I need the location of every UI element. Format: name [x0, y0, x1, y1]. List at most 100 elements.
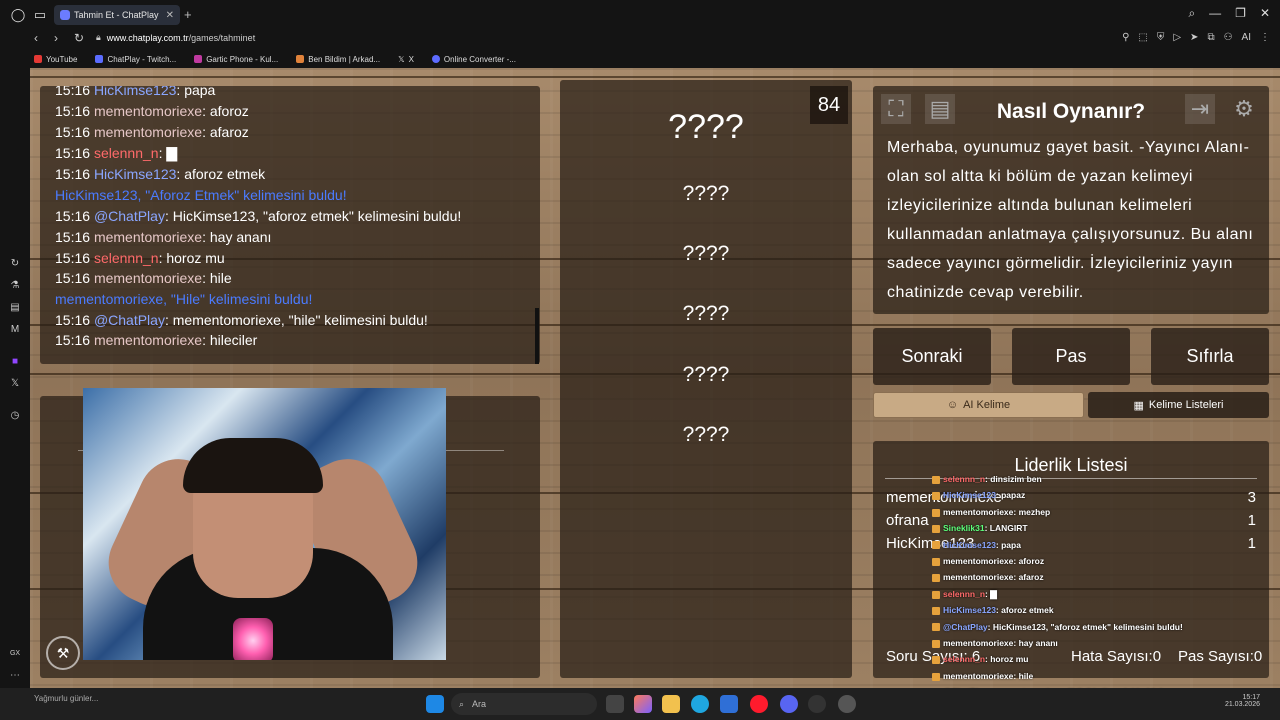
pin-icon[interactable]: ⚲ [1122, 32, 1129, 43]
chatplay-icon [95, 55, 104, 63]
opera-gx-icon[interactable] [750, 695, 768, 713]
badge-icon [932, 606, 940, 615]
search-tabs-icon[interactable]: ⌕ [1188, 6, 1195, 21]
send-icon[interactable]: ➤ [1190, 32, 1198, 43]
edge-icon[interactable] [691, 695, 709, 713]
chat-message: 15:16 mementomoriexe: afaroz [55, 124, 249, 140]
ai-button[interactable]: AI [1242, 32, 1251, 43]
bookmark-chatplay[interactable]: ChatPlay - Twitch... [95, 55, 176, 64]
shield-icon[interactable]: ⛨ [1157, 32, 1165, 43]
hint-word: ???? [682, 182, 730, 205]
copilot-icon[interactable] [634, 695, 652, 713]
discord-icon[interactable] [780, 695, 798, 713]
history-sb-icon[interactable]: ↻ [8, 258, 22, 272]
maximize-button[interactable]: ❐ [1235, 6, 1246, 21]
badge-icon [932, 557, 940, 566]
task-view-icon[interactable] [606, 695, 624, 713]
badge-icon [932, 656, 940, 665]
overlay-chat-line: HicKimse123: aforoz etmek [932, 605, 1054, 615]
tab-overview-icon[interactable]: ▭ [28, 3, 52, 27]
chat-message: 15:16 selennn_n: horoz mu [55, 250, 225, 266]
steam-icon[interactable] [838, 695, 856, 713]
bag-sb-icon[interactable]: ⚗ [8, 280, 22, 294]
next-button[interactable]: Sonraki [873, 328, 991, 385]
more-sb-icon[interactable]: ⋯ [8, 670, 22, 684]
clock-sb-icon[interactable]: ◷ [8, 410, 22, 424]
url-field[interactable]: 🔒︎ www.chatplay.com.tr/games/tahminet [96, 32, 255, 43]
system-tray-clock[interactable]: 15:17 21.03.2026 [1225, 694, 1260, 708]
benbildim-icon [296, 55, 305, 63]
back-button[interactable]: ‹ [34, 31, 38, 45]
snapshot-icon[interactable]: ⬚ [1138, 32, 1147, 43]
overlay-chat-line: selennn_n: horoz mu [932, 654, 1029, 664]
bookmark-gartic[interactable]: Gartic Phone - Kul... [194, 55, 278, 64]
chat-username: selennn_n [93, 250, 159, 266]
exit-icon[interactable]: ⇥ [1185, 94, 1215, 124]
bookmark-x[interactable]: 𝕏X [398, 55, 414, 64]
overlay-chat-line: Sineklik31: LANGIRT [932, 523, 1028, 533]
account-icon[interactable]: ⚇ [1224, 32, 1233, 43]
menu-icon[interactable]: ⋮ [1260, 32, 1270, 43]
gear-icon[interactable]: ⚙ [1229, 94, 1259, 124]
main-word: ???? [668, 108, 744, 146]
leaderboard-title: Liderlik Listesi [1014, 455, 1128, 475]
url-host: www.chatplay.com.tr [106, 32, 189, 43]
hint-word: ???? [682, 242, 730, 265]
tab-title: Tahmin Et - ChatPlay [74, 10, 159, 20]
obs-icon[interactable] [808, 695, 826, 713]
chat-username: HicKimse123 [93, 166, 177, 182]
new-tab-button[interactable]: + [184, 7, 192, 22]
file-explorer-icon[interactable] [662, 695, 680, 713]
store-icon[interactable] [720, 695, 738, 713]
robot-icon: ☺ [946, 399, 959, 411]
overlay-chat-line: mementomoriexe: mezhep [932, 507, 1050, 517]
how-to-play-text: Merhaba, oyunumuz gayet basit. -Yayıncı … [887, 139, 1254, 301]
x-sb-icon[interactable]: 𝕏 [8, 378, 22, 392]
how-to-play-panel: ⛶ ▤ Nasıl Oynanır? ⇥ ⚙ Merhaba, oyunumuz… [873, 86, 1269, 314]
word-lists-button[interactable]: ▦ Kelime Listeleri [1088, 392, 1269, 418]
browser-sidebar: ↻ ⚗ ▤ M ■ 𝕏 ◷ GX ⋯ [0, 68, 30, 688]
chat-message: 15:16 mementomoriexe: hay ananı [55, 229, 272, 245]
overlay-chat-line: mementomoriexe: aforoz [932, 556, 1044, 566]
chat-panel: 15:16 HicKimse123: papa 15:16 mementomori… [40, 86, 540, 364]
chat-message: 15:16 mementomoriexe: hile [55, 270, 232, 286]
youtube-icon [34, 55, 42, 63]
chat-username: mementomoriexe [93, 229, 203, 245]
pass-button[interactable]: Pas [1012, 328, 1130, 385]
reload-button[interactable]: ↻ [74, 31, 84, 45]
taskbar-search[interactable]: ⌕ Ara [451, 693, 597, 715]
gartic-icon [194, 55, 203, 63]
bookmark-youtube[interactable]: YouTube [34, 55, 77, 64]
ai-word-button[interactable]: ☺ AI Kelime [873, 392, 1084, 418]
chat-message: 15:16 HicKimse123: papa [55, 86, 215, 98]
play-icon[interactable]: ▷ [1173, 32, 1181, 43]
converter-icon [431, 55, 440, 63]
badge-icon [932, 623, 940, 632]
overlay-chat-line: selennn_n: dinsizim ben [932, 474, 1042, 484]
twitch-sb-icon[interactable]: ■ [8, 356, 22, 370]
m-sb-icon[interactable]: M [8, 324, 22, 338]
chat-scrollbar[interactable] [535, 308, 539, 364]
gx-sb-label[interactable]: GX [8, 650, 22, 664]
chatplay-favicon-icon [60, 10, 70, 20]
forward-button[interactable]: › [54, 31, 58, 45]
start-button[interactable] [426, 695, 444, 713]
weather-widget[interactable]: Yağmurlu günler... [34, 694, 98, 703]
badge-icon [932, 508, 940, 517]
opera-logo-icon[interactable]: ◯ [6, 3, 30, 27]
overlay-chat-line: HicKimse123: papa [932, 540, 1021, 550]
bookmark-benbildim[interactable]: Ben Bildim | Arkad... [296, 55, 380, 64]
bookmark-converter[interactable]: Online Converter -... [431, 55, 516, 64]
error-count: Hata Sayısı:0 [1071, 648, 1162, 665]
hammer-icon[interactable]: ⚒ [46, 636, 80, 670]
extensions-icon[interactable]: ⧉ [1207, 32, 1214, 43]
tab-chatplay[interactable]: Tahmin Et - ChatPlay ✕ [54, 5, 180, 25]
chat-username: @ChatPlay [93, 312, 165, 328]
close-window-button[interactable]: ✕ [1260, 6, 1270, 21]
x-icon: 𝕏 [398, 54, 405, 64]
reset-button[interactable]: Sıfırla [1151, 328, 1269, 385]
wallet-sb-icon[interactable]: ▤ [8, 302, 22, 316]
minimize-button[interactable]: — [1209, 6, 1221, 21]
close-tab-icon[interactable]: ✕ [166, 10, 174, 21]
overlay-chat-line: selennn_n: ▇ [932, 589, 997, 600]
